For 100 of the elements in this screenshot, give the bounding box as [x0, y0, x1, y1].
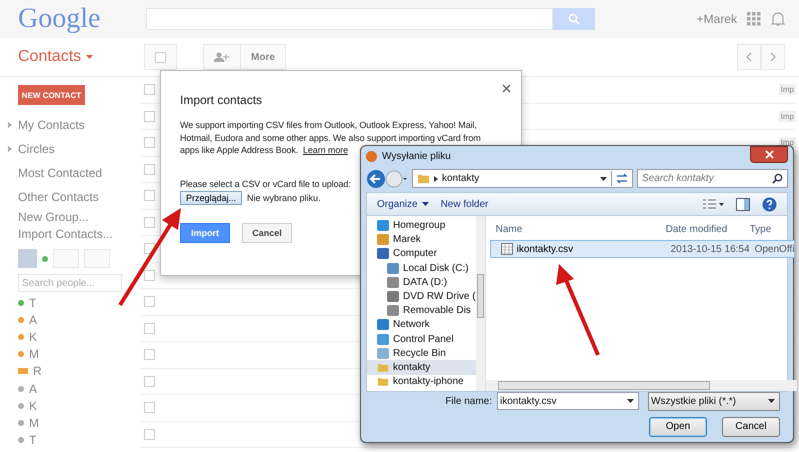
- row-checkbox[interactable]: [144, 216, 155, 228]
- row-checkbox[interactable]: [144, 296, 155, 308]
- scrollbar[interactable]: [486, 380, 798, 391]
- row-checkbox[interactable]: [144, 349, 155, 360]
- row-checkbox[interactable]: [144, 270, 155, 281]
- apps-grid-icon[interactable]: [747, 12, 761, 26]
- search-button[interactable]: [553, 8, 595, 30]
- breadcrumb-arrow-icon: [434, 176, 438, 182]
- status-dot[interactable]: [42, 256, 48, 262]
- contact-name[interactable]: A: [29, 312, 38, 327]
- search-icon: [772, 173, 783, 184]
- row-checkbox[interactable]: [144, 402, 155, 414]
- view-options-icon[interactable]: [702, 198, 724, 210]
- sidebar-link[interactable]: Import Contacts...: [18, 226, 140, 243]
- caret-icon: [422, 202, 429, 206]
- group-link[interactable]: Other Contacts: [6, 185, 99, 209]
- close-icon: [502, 84, 511, 93]
- contact-name[interactable]: K: [29, 398, 38, 413]
- contact-name[interactable]: M: [29, 347, 39, 362]
- learn-more-link[interactable]: Learn more: [303, 145, 348, 155]
- row-checkbox[interactable]: [144, 164, 155, 175]
- nav-item[interactable]: DATA (D:): [367, 275, 476, 290]
- contact-name[interactable]: T: [29, 296, 36, 310]
- row-checkbox[interactable]: [144, 190, 155, 202]
- dialog-title: Import contacts: [180, 93, 264, 107]
- chevron-left-icon: [746, 52, 752, 62]
- more-button[interactable]: More: [240, 44, 286, 70]
- avatar-placeholder[interactable]: [18, 249, 37, 268]
- nav-item[interactable]: kontakty: [367, 360, 476, 374]
- organize-button[interactable]: Organize: [377, 198, 429, 210]
- column-header[interactable]: Date modified: [666, 224, 750, 235]
- nav-item[interactable]: Network: [367, 318, 476, 332]
- contacts-title[interactable]: Contacts: [18, 48, 82, 66]
- row-checkbox[interactable]: [144, 84, 155, 96]
- back-forward-buttons-icon[interactable]: [366, 168, 408, 189]
- expand-arrow-icon: [8, 122, 12, 128]
- preview-pane-icon[interactable]: [736, 198, 750, 211]
- close-button[interactable]: [750, 146, 788, 163]
- search-field[interactable]: [146, 8, 553, 30]
- folder-icon: [377, 362, 389, 373]
- contact-name[interactable]: T: [29, 433, 36, 448]
- person-add-icon: [214, 52, 230, 62]
- expand-arrow-icon: [8, 146, 12, 152]
- caret-icon: [627, 399, 634, 404]
- column-header[interactable]: Name: [486, 224, 666, 235]
- chevron-right-icon: [770, 52, 776, 62]
- group-link[interactable]: Circles: [6, 137, 55, 161]
- contact-name[interactable]: A: [29, 382, 38, 396]
- column-header[interactable]: Type: [750, 224, 772, 235]
- file-date: 2013-10-15 16:54: [670, 244, 751, 255]
- file-type-dropdown[interactable]: Wszystkie pliki (*.*): [648, 392, 780, 411]
- dialog-button[interactable]: Cancel: [722, 416, 780, 437]
- group-link[interactable]: My Contacts: [6, 113, 85, 137]
- group-link[interactable]: Most Contacted: [6, 161, 102, 185]
- nav-item[interactable]: kontakty-iphone: [367, 374, 476, 389]
- new-contact-button[interactable]: NEW CONTACT: [18, 85, 85, 105]
- previous-page-button[interactable]: [737, 44, 761, 70]
- select-checkbox-button[interactable]: [144, 44, 177, 70]
- contact-name[interactable]: M: [29, 416, 39, 430]
- upload-prompt: Please select a CSV or vCard file to upload:: [180, 178, 351, 188]
- row-checkbox[interactable]: [144, 322, 155, 334]
- search-field[interactable]: Search kontakty: [637, 169, 788, 188]
- nav-item[interactable]: Local Disk (C:): [367, 261, 476, 276]
- nav-item[interactable]: Marek: [367, 232, 476, 247]
- nav-item[interactable]: Removable Dis: [367, 304, 476, 318]
- help-icon[interactable]: [762, 196, 777, 212]
- address-bar[interactable]: kontakty: [412, 169, 633, 188]
- scrollbar[interactable]: [476, 216, 485, 391]
- row-checkbox[interactable]: [144, 110, 155, 122]
- contact-tag: Imp: [778, 84, 796, 96]
- file-type: OpenOffi: [754, 244, 794, 255]
- nav-item[interactable]: Homegroup: [367, 218, 476, 233]
- caret-icon: [86, 55, 94, 59]
- contact-name[interactable]: R: [33, 364, 42, 378]
- row-checkbox[interactable]: [144, 137, 155, 148]
- nav-item[interactable]: Control Panel: [367, 332, 476, 346]
- nav-item[interactable]: Recycle Bin: [367, 346, 476, 360]
- row-checkbox[interactable]: [144, 376, 155, 387]
- dialog-button[interactable]: Open: [649, 416, 707, 437]
- search-icon: [568, 13, 580, 25]
- add-person-button[interactable]: [203, 44, 241, 70]
- row-checkbox[interactable]: [144, 428, 155, 440]
- file-row[interactable]: ikontakty.csv 2013-10-15 16:54 OpenOffi: [490, 240, 796, 258]
- file-name-field[interactable]: ikontakty.csv: [497, 392, 639, 410]
- nav-item[interactable]: Computer: [367, 246, 476, 261]
- next-page-button[interactable]: [761, 44, 785, 70]
- close-icon: [764, 150, 774, 159]
- new-folder-button[interactable]: New folder: [440, 198, 488, 210]
- contact-name[interactable]: K: [29, 330, 38, 344]
- cancel-button[interactable]: Cancel: [242, 222, 292, 242]
- folder-icon: [417, 173, 430, 184]
- sidebar-link[interactable]: New Group...: [18, 209, 140, 226]
- bell-icon[interactable]: [771, 11, 785, 27]
- file-name-label: File name:: [445, 396, 492, 407]
- browse-button[interactable]: Przeglądaj...: [180, 190, 242, 204]
- search-people-field[interactable]: Search people...: [18, 274, 122, 292]
- window-title: Wysyłanie pliku: [382, 151, 451, 162]
- caret-icon: [600, 176, 607, 181]
- nav-item[interactable]: DVD RW Drive (: [367, 289, 476, 304]
- account-link[interactable]: +Marek: [696, 12, 737, 26]
